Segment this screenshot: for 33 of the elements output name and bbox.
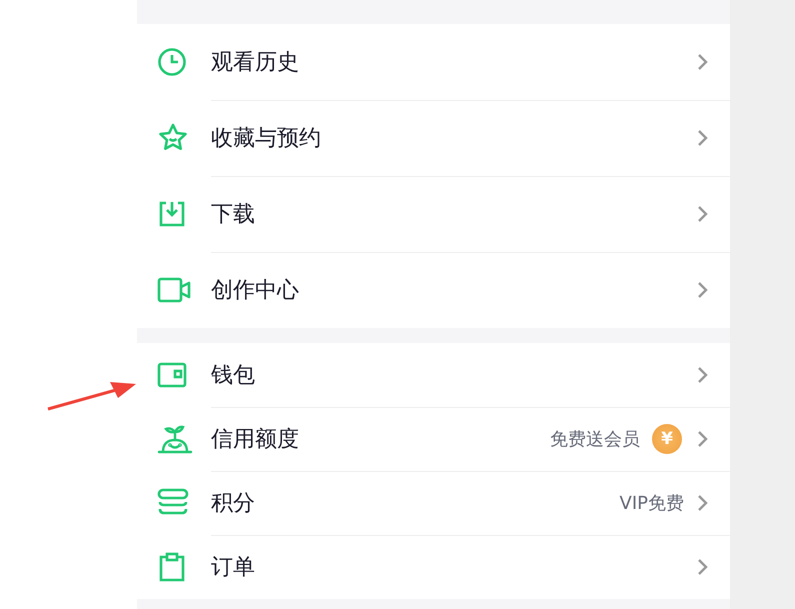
- chevron-right-icon: [696, 128, 708, 146]
- download-icon: [157, 199, 187, 229]
- menu-item[interactable]: 下载: [137, 176, 730, 252]
- menu-item-hint: VIP免费: [620, 492, 684, 514]
- chevron-right-icon: [696, 366, 708, 384]
- menu-item[interactable]: 钱包: [137, 343, 730, 407]
- menu-item-label: 创作中心: [211, 277, 300, 305]
- clock-icon: [157, 47, 187, 77]
- menu-item[interactable]: 积分 VIP免费: [137, 471, 730, 535]
- menu-item-label: 信用额度: [211, 426, 300, 454]
- menu-item[interactable]: 创作中心: [137, 252, 730, 328]
- menu-item-label: 收藏与预约: [211, 124, 322, 152]
- video-camera-icon: [157, 276, 191, 304]
- menu-item-label: 积分: [211, 490, 256, 518]
- menu-item[interactable]: 观看历史: [137, 24, 730, 100]
- chevron-right-icon: [696, 281, 708, 299]
- sprout-face-icon: [157, 423, 193, 455]
- menu-item-hint: 免费送会员: [550, 428, 640, 450]
- menu-item-label: 钱包: [211, 362, 256, 390]
- menu-item[interactable]: 信用额度 免费送会员 ¥: [137, 407, 730, 471]
- chevron-right-icon: [696, 558, 708, 576]
- chevron-right-icon: [696, 494, 708, 512]
- menu-item[interactable]: 订单: [137, 535, 730, 599]
- wallet-icon: [157, 362, 187, 388]
- chevron-right-icon: [696, 430, 708, 448]
- chevron-right-icon: [696, 204, 708, 222]
- menu-item-label: 订单: [211, 554, 256, 582]
- menu-item-label: 下载: [211, 200, 256, 228]
- menu-item-label: 观看历史: [211, 48, 300, 76]
- clipboard-icon: [157, 552, 187, 582]
- coin-badge: ¥: [652, 424, 682, 454]
- chevron-right-icon: [696, 52, 708, 70]
- menu-item[interactable]: 收藏与预约: [137, 100, 730, 176]
